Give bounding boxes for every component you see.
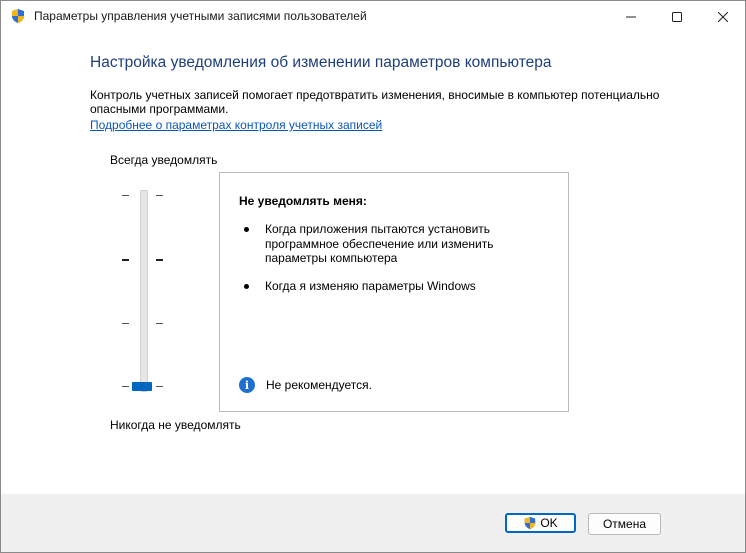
content-area: Настройка уведомления об изменении парам…	[1, 32, 745, 552]
slider-track[interactable]	[140, 190, 148, 392]
bullet-icon	[244, 283, 249, 289]
uac-settings-window: Параметры управления учетными записями п…	[0, 0, 746, 553]
close-button[interactable]	[700, 1, 746, 32]
dialog-footer: OK Отмена	[1, 494, 745, 552]
list-item: Когда я изменяю параметры Windows	[239, 279, 549, 294]
ok-button-label: OK	[540, 516, 558, 530]
uac-shield-icon	[525, 516, 536, 530]
slider-bottom-label: Никогда не уведомлять	[110, 418, 241, 432]
maximize-button[interactable]	[654, 1, 700, 32]
info-note-text: Не рекомендуется.	[266, 378, 372, 392]
info-icon: i	[239, 377, 255, 393]
slider-tick	[156, 323, 163, 324]
maximize-icon	[672, 11, 682, 22]
close-icon	[718, 11, 728, 22]
slider-top-label: Всегда уведомлять	[110, 153, 218, 167]
info-note: i Не рекомендуется.	[239, 377, 372, 393]
slider-tick	[122, 386, 129, 387]
info-panel: Не уведомлять меня: Когда приложения пыт…	[219, 172, 569, 412]
description-text: Контроль учетных записей помогает предот…	[90, 88, 660, 116]
minimize-icon	[626, 16, 636, 17]
minimize-button[interactable]	[608, 1, 654, 32]
slider-thumb[interactable]	[132, 382, 152, 391]
slider-tick	[156, 386, 163, 387]
slider-tick	[122, 323, 129, 324]
list-item: Когда приложения пытаются установить про…	[239, 222, 549, 266]
ok-button[interactable]: OK	[505, 513, 576, 533]
cancel-button[interactable]: Отмена	[588, 513, 661, 535]
list-item-text: Когда я изменяю параметры Windows	[265, 278, 476, 293]
slider-tick	[156, 259, 163, 261]
slider-tick	[122, 259, 129, 261]
page-heading: Настройка уведомления об изменении парам…	[90, 54, 552, 71]
info-bullet-list: Когда приложения пытаются установить про…	[239, 222, 549, 306]
window-title: Параметры управления учетными записями п…	[34, 9, 367, 23]
title-bar[interactable]: Параметры управления учетными записями п…	[1, 1, 745, 32]
slider-tick	[156, 195, 163, 196]
learn-more-link[interactable]: Подробнее о параметрах контроля учетных …	[90, 118, 382, 132]
list-item-text: Когда приложения пытаются установить про…	[265, 222, 494, 265]
info-panel-title: Не уведомлять меня:	[239, 194, 367, 208]
uac-shield-icon	[12, 9, 24, 23]
bullet-icon	[244, 227, 249, 232]
slider-tick	[122, 195, 129, 196]
